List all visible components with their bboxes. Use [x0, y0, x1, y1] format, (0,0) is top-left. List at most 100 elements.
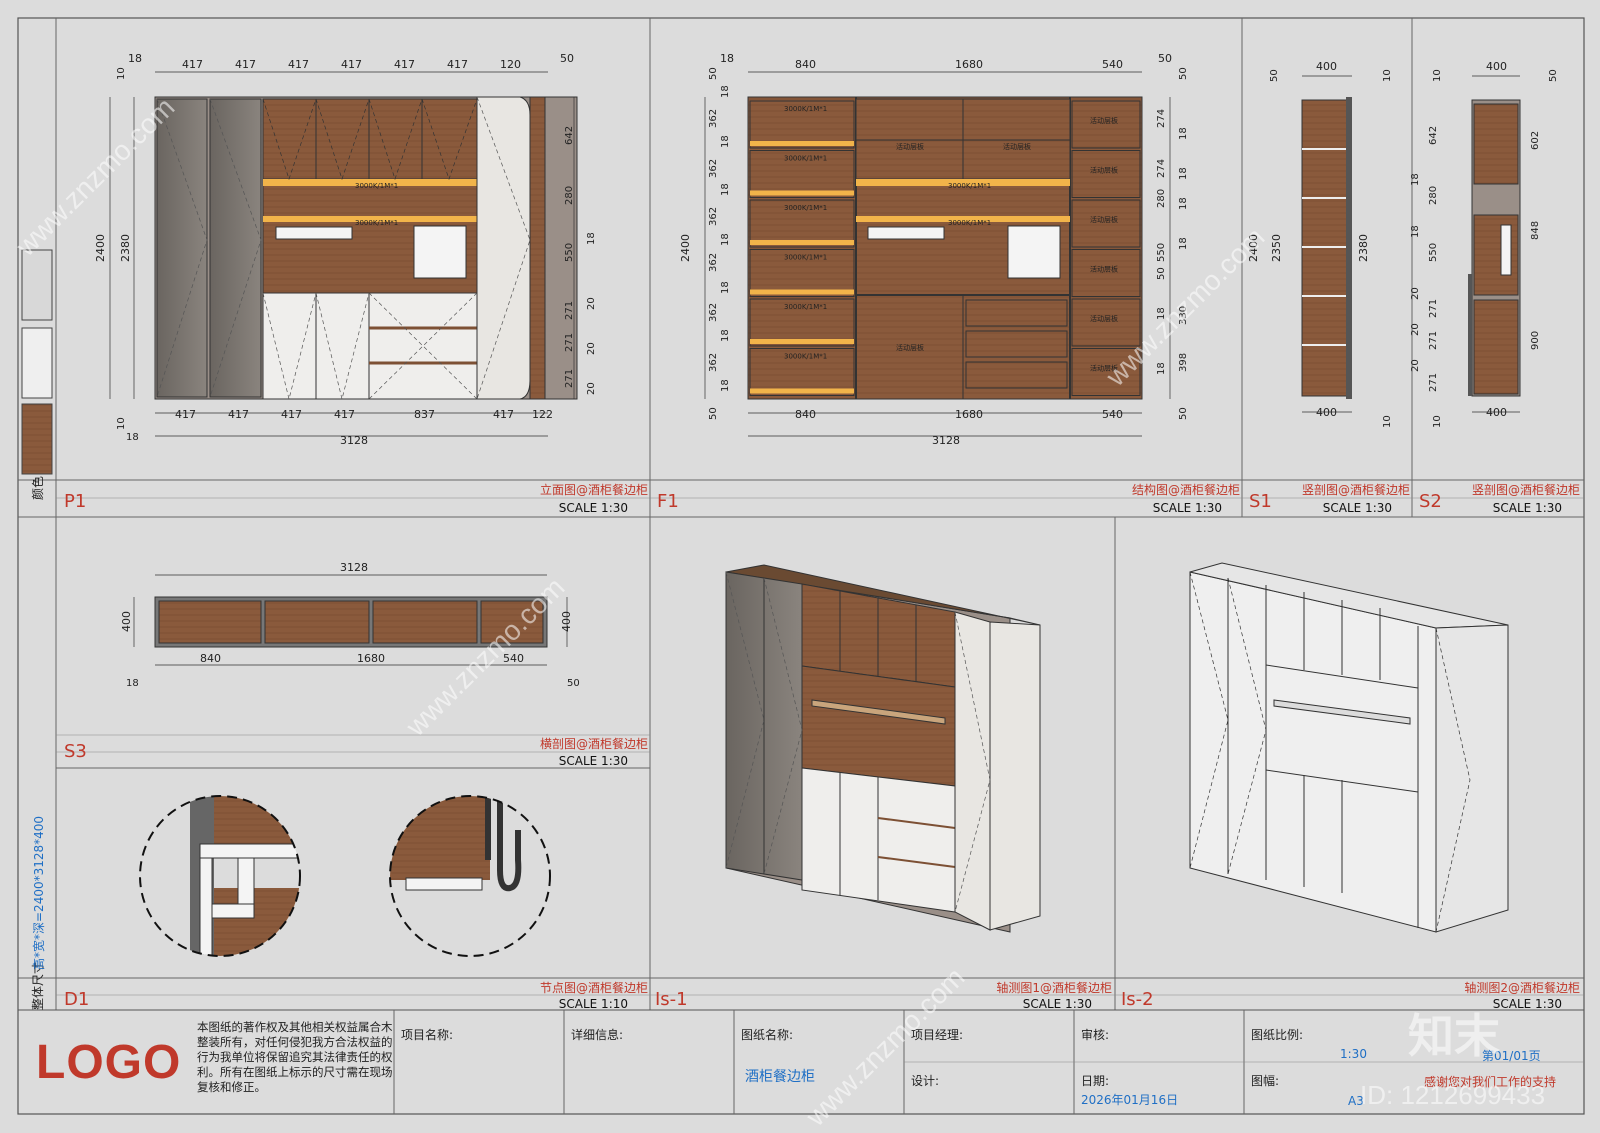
- view-code-f1: F1: [657, 491, 679, 512]
- view-code-is2: Is-2: [1121, 989, 1154, 1010]
- f1-light-label: 3000K/1M*1: [948, 219, 991, 227]
- s2-left-dim: 18: [1410, 173, 1421, 186]
- f1-shelf-label: 活动层板: [1090, 314, 1118, 323]
- s2-left-dim: 20: [1410, 359, 1421, 372]
- f1-right-dim: 274: [1156, 109, 1167, 128]
- p1-top-dim: 417: [394, 58, 415, 71]
- f1-right-dim: 280: [1156, 189, 1167, 208]
- s2-dim: 10: [1432, 415, 1443, 428]
- f1-shelf-label: 活动层板: [1090, 215, 1118, 224]
- p1-bottom-dim: 417: [175, 408, 196, 421]
- f1-left-dim: 362: [708, 109, 719, 128]
- f1-left-dim: 18: [720, 379, 731, 392]
- s1-height-b: 2350: [1270, 234, 1283, 262]
- f1-top-dim: 1680: [955, 58, 983, 71]
- f1-shelf-label: 活动层板: [1090, 116, 1118, 125]
- drawing-sheet: 颜色 整体尺寸 高*宽*深=2400*3128*400 3000K/1M*1 3…: [17, 17, 1585, 1115]
- s2-dim: 10: [1432, 69, 1443, 82]
- f1-light-label: 3000K/1M*1: [784, 303, 827, 311]
- p1-bottom-dim: 417: [228, 408, 249, 421]
- project-name-label: 项目名称:: [401, 1028, 454, 1042]
- f1-left-dim: 362: [708, 253, 719, 272]
- s2-right-dim: 848: [1530, 221, 1541, 240]
- p1-right-dim: 271: [564, 333, 575, 352]
- s2-left-dim: 550: [1428, 243, 1439, 262]
- watermark-id: ID: 1212699433: [1360, 1080, 1546, 1110]
- watermark-brand: 知末: [1408, 1010, 1500, 1062]
- f1-left-dim: 18: [720, 329, 731, 342]
- p1-right-dim: 550: [564, 243, 575, 262]
- view-code-s1: S1: [1249, 491, 1272, 512]
- f1-top-dim: 840: [795, 58, 816, 71]
- p1-right-dim: 271: [564, 369, 575, 388]
- p1-right-dim: 271: [564, 301, 575, 320]
- s1-dim: 10: [1382, 415, 1393, 428]
- design-label: 设计:: [911, 1074, 940, 1088]
- f1-light-label: 3000K/1M*1: [784, 204, 827, 212]
- p1-bottom-dim: 417: [334, 408, 355, 421]
- drawing-name-label: 图纸名称:: [741, 1028, 794, 1042]
- s1-top-width: 400: [1316, 60, 1337, 73]
- f1-right-dim: 18: [1178, 167, 1189, 180]
- s1-bottom-width: 400: [1316, 406, 1337, 419]
- view-title-s3: 横剖图@酒柜餐边柜: [540, 736, 648, 751]
- f1-right-dim: 398: [1178, 353, 1189, 372]
- s2-left-dim: 642: [1428, 126, 1439, 145]
- view-title-d1: 节点图@酒柜餐边柜: [540, 980, 648, 995]
- f1-total-width: 3128: [932, 434, 960, 447]
- f1-light-label: 3000K/1M*1: [784, 105, 827, 113]
- f1-light-label: 3000K/1M*1: [784, 254, 827, 262]
- f1-light-label: 3000K/1M*1: [784, 155, 827, 163]
- p1-right-dim: 20: [586, 342, 597, 355]
- s3-depth: 400: [120, 611, 133, 632]
- view-title-s2: 竖剖图@酒柜餐边柜: [1472, 482, 1580, 497]
- f1-led-strip: [750, 190, 854, 196]
- f1-left-dim: 18: [720, 85, 731, 98]
- s1-dim: 50: [1269, 69, 1280, 82]
- f1-led-strip: [750, 289, 854, 295]
- drawing-name: 酒柜餐边柜: [745, 1069, 815, 1085]
- p1-bottom-dim: 122: [532, 408, 553, 421]
- view-scale-f1: SCALE 1:30: [1153, 501, 1222, 515]
- f1-top-dim: 540: [1102, 58, 1123, 71]
- p1-dim: 10: [116, 417, 127, 430]
- p1-height-2380: 2380: [119, 234, 132, 262]
- view-title-is1: 轴测图1@酒柜餐边柜: [996, 980, 1112, 995]
- p1-top-dim: 417: [182, 58, 203, 71]
- p1-top-dim: 417: [341, 58, 362, 71]
- f1-right-dim: 50: [1156, 267, 1167, 280]
- p1-dim: 18: [126, 432, 139, 443]
- f1-shelf-label: 活动层板: [896, 343, 924, 352]
- p1-right-dim: 280: [564, 186, 575, 205]
- swatch-grey: [21, 249, 53, 321]
- view-scale-s1: SCALE 1:30: [1323, 501, 1392, 515]
- f1-led-strip: [750, 240, 854, 245]
- s2-left-dim: 20: [1410, 287, 1421, 300]
- p1-top-dim: 18: [128, 52, 142, 65]
- s2-right-dim: 900: [1530, 331, 1541, 350]
- s2-top-width: 400: [1486, 60, 1507, 73]
- f1-structure: 3000K/1M*1 3000K/1M*1 3000K/1M*1 3000K/1M*1…: [679, 52, 1189, 447]
- f1-left-dim: 362: [708, 353, 719, 372]
- f1-left-dim: 362: [708, 303, 719, 322]
- p1-light-label: 3000K/1M*1: [355, 219, 398, 227]
- copyright-notice: 本图纸的著作权及其他相关权益属合木整装所有，对任何侵犯我方合法权益的行为我单位将…: [197, 1020, 393, 1094]
- view-title-f1: 结构图@酒柜餐边柜: [1132, 482, 1240, 497]
- s2-right-dim: 602: [1530, 131, 1541, 150]
- f1-left-dim: 18: [720, 281, 731, 294]
- f1-top-dim: 50: [1158, 52, 1172, 65]
- s2-left-dim: 271: [1428, 373, 1439, 392]
- p1-top-dim: 120: [500, 58, 521, 71]
- p1-height-2400: 2400: [94, 234, 107, 262]
- s3-dim: 18: [126, 678, 139, 689]
- p1-top-dim: 50: [560, 52, 574, 65]
- f1-left-dim: 50: [708, 67, 719, 80]
- p1-bottom-dim: 417: [281, 408, 302, 421]
- view-scale-d1: SCALE 1:10: [559, 997, 628, 1011]
- p1-right-dim: 642: [564, 126, 575, 145]
- view-code-p1: P1: [64, 491, 86, 512]
- p1-light-label: 3000K/1M*1: [355, 182, 398, 190]
- f1-right-dim: 18: [1178, 127, 1189, 140]
- swatch-wood: [21, 403, 53, 475]
- s1-height-c: 2380: [1357, 234, 1370, 262]
